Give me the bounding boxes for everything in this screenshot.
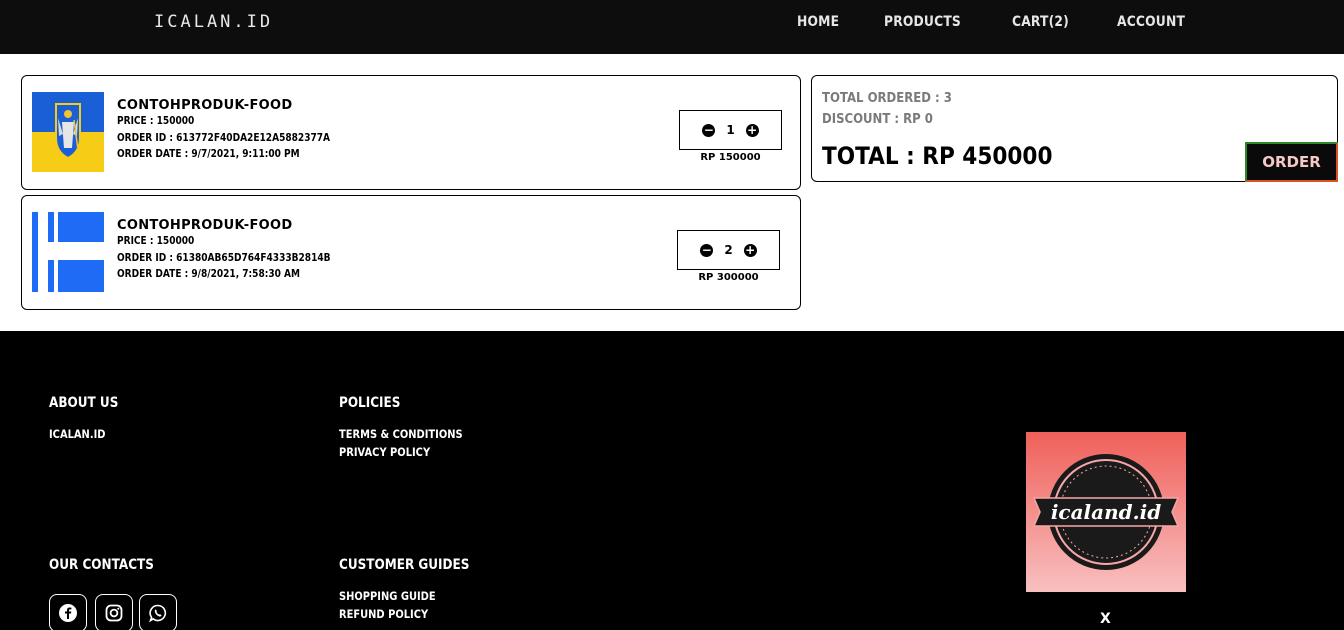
cart-item-card: CONTOHPRODUK-FOOD PRICE : 150000 ORDER I… xyxy=(21,195,801,310)
refund-policy-link[interactable]: REFUND POLICY xyxy=(339,605,428,623)
increase-quantity-button[interactable]: + xyxy=(745,123,759,137)
decrease-quantity-button[interactable]: − xyxy=(702,123,716,137)
product-price: PRICE : 150000 xyxy=(117,235,195,247)
nav-account-link[interactable]: ACCOUNT xyxy=(1117,14,1185,30)
nav-cart-link[interactable]: CART(2) xyxy=(1012,14,1069,30)
instagram-icon[interactable] xyxy=(95,594,133,630)
increase-quantity-button[interactable]: + xyxy=(743,243,757,257)
nav-home-link[interactable]: HOME xyxy=(797,14,839,30)
our-contacts-heading: OUR CONTACTS xyxy=(49,557,154,573)
close-x-button[interactable]: X xyxy=(1100,611,1111,627)
logo-text: icaland.id xyxy=(1051,500,1161,524)
order-date: ORDER DATE : 9/8/2021, 7:58:30 AM xyxy=(117,268,301,280)
quantity-value: 1 xyxy=(726,123,735,137)
order-total: TOTAL : RP 450000 xyxy=(822,142,1053,170)
order-summary: TOTAL ORDERED : 3 DISCOUNT : RP 0 TOTAL … xyxy=(811,75,1338,182)
quantity-stepper: − 1 + xyxy=(679,110,782,150)
whatsapp-icon[interactable] xyxy=(139,594,177,630)
icaland-logo: icaland.id xyxy=(1026,432,1186,592)
brand-logo[interactable]: ICALAN.ID xyxy=(154,12,273,32)
terms-conditions-link[interactable]: TERMS & CONDITIONS xyxy=(339,425,463,443)
item-subtotal: RP 300000 xyxy=(698,272,759,283)
about-icalan-link[interactable]: ICALAN.ID xyxy=(49,425,105,443)
product-name: CONTOHPRODUK-FOOD xyxy=(117,98,293,113)
shopping-guide-link[interactable]: SHOPPING GUIDE xyxy=(339,587,436,605)
decrease-quantity-button[interactable]: − xyxy=(700,243,714,257)
order-button[interactable]: ORDER xyxy=(1245,142,1338,182)
nav-products-link[interactable]: PRODUCTS xyxy=(884,14,961,30)
about-us-heading: ABOUT US xyxy=(49,395,119,411)
product-image-cross-flag-icon xyxy=(32,212,104,292)
quantity-stepper: − 2 + xyxy=(677,230,780,270)
cart-item-info: CONTOHPRODUK-FOOD PRICE : 150000 ORDER I… xyxy=(117,98,365,163)
order-id: ORDER ID : 61380AB65D764F4333B2814B xyxy=(117,251,331,264)
cart-item-card: CONTOHPRODUK-FOOD PRICE : 150000 ORDER I… xyxy=(21,75,801,190)
footer: ABOUT US ICALAN.ID POLICIES TERMS & COND… xyxy=(0,331,1344,630)
item-subtotal: RP 150000 xyxy=(700,152,761,163)
product-image-ukraine-flag-icon xyxy=(32,92,104,172)
privacy-policy-link[interactable]: PRIVACY POLICY xyxy=(339,443,430,461)
customer-guides-heading: CUSTOMER GUIDES xyxy=(339,557,470,573)
nav-links: HOME PRODUCTS CART(2) ACCOUNT xyxy=(797,14,1194,30)
facebook-icon[interactable] xyxy=(49,594,87,630)
policies-heading: POLICIES xyxy=(339,395,401,411)
total-ordered: TOTAL ORDERED : 3 xyxy=(822,91,952,106)
cart-item-info: CONTOHPRODUK-FOOD PRICE : 150000 ORDER I… xyxy=(117,218,365,283)
order-date: ORDER DATE : 9/7/2021, 9:11:00 PM xyxy=(117,148,300,160)
product-name: CONTOHPRODUK-FOOD xyxy=(117,218,293,233)
top-navbar: ICALAN.ID HOME PRODUCTS CART(2) ACCOUNT xyxy=(0,0,1344,54)
order-id: ORDER ID : 613772F40DA2E12A5882377A xyxy=(117,131,331,144)
discount: DISCOUNT : RP 0 xyxy=(822,112,933,127)
product-price: PRICE : 150000 xyxy=(117,115,195,127)
quantity-value: 2 xyxy=(724,243,733,257)
